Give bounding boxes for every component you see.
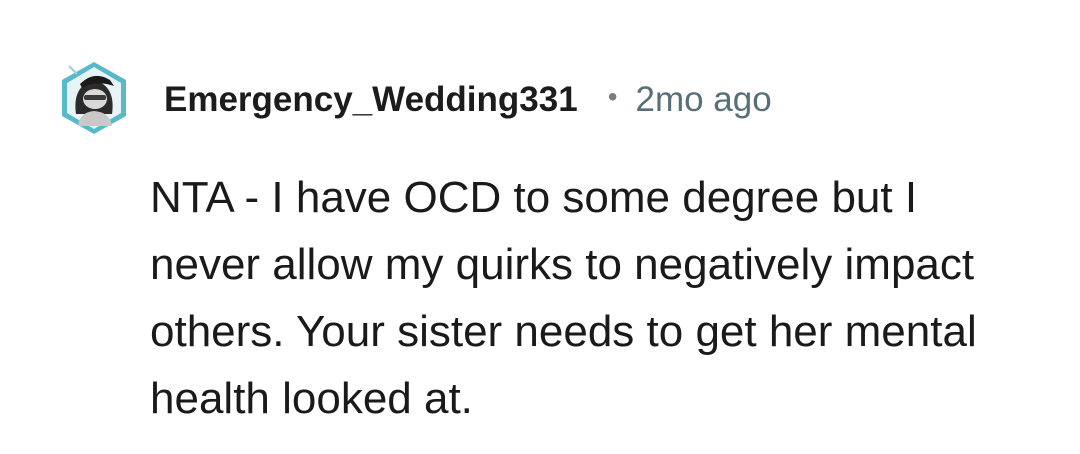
timestamp: 2mo ago (635, 80, 772, 119)
separator-dot: • (607, 81, 618, 112)
comment-header: Emergency_Wedding331 • 2mo ago (164, 78, 772, 122)
comment-body: NTA - I have OCD to some degree but I ne… (150, 173, 977, 423)
username[interactable]: Emergency_Wedding331 (164, 80, 578, 120)
user-avatar-icon[interactable] (52, 56, 136, 140)
comment: Emergency_Wedding331 • 2mo ago NTA - I h… (0, 0, 1080, 454)
